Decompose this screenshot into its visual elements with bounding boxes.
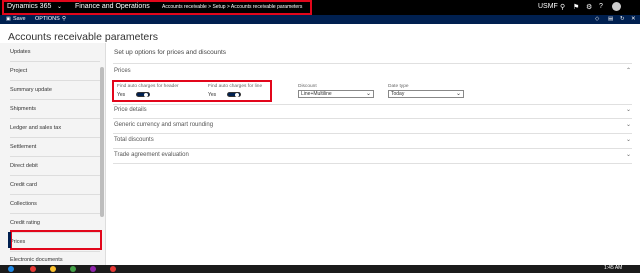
chevron-down-icon[interactable]: ⌄ bbox=[626, 151, 631, 158]
sidebar-item-electronic-documents[interactable]: Electronic documents bbox=[10, 257, 63, 263]
user-avatar-icon[interactable] bbox=[612, 2, 621, 11]
divider bbox=[113, 63, 632, 64]
action-bar: ▣ Save OPTIONS ⚲ ◇ ▤ ↻ ✕ bbox=[0, 15, 640, 24]
taskbar-app-icon[interactable] bbox=[70, 266, 76, 272]
find-auto-charges-line-label: Find auto charges for line bbox=[208, 84, 263, 89]
section-price-details[interactable]: Price details bbox=[114, 107, 147, 113]
divider bbox=[10, 137, 100, 138]
pin-icon[interactable]: ◇ bbox=[595, 16, 599, 22]
help-icon[interactable]: ? bbox=[599, 3, 603, 10]
start-icon[interactable] bbox=[8, 266, 14, 272]
module-name[interactable]: Finance and Operations bbox=[75, 3, 150, 10]
notification-icon[interactable]: ⚑ bbox=[573, 3, 579, 11]
divider bbox=[10, 175, 100, 176]
divider bbox=[10, 118, 100, 119]
top-navigation-bar: Dynamics 365 ⌄ Finance and Operations Ac… bbox=[0, 0, 640, 15]
find-auto-charges-line-toggle[interactable] bbox=[227, 92, 241, 97]
sidebar-item-settlement[interactable]: Settlement bbox=[10, 144, 36, 150]
app-name[interactable]: Dynamics 365 bbox=[7, 3, 51, 10]
find-auto-charges-line-value: Yes bbox=[208, 92, 217, 98]
search-icon[interactable]: ⚲ bbox=[62, 16, 66, 22]
divider bbox=[113, 104, 632, 105]
chevron-down-icon[interactable]: ⌄ bbox=[626, 121, 631, 128]
chevron-down-icon[interactable]: ⌄ bbox=[57, 3, 62, 10]
divider bbox=[10, 80, 100, 81]
section-trade-agreement[interactable]: Trade agreement evaluation bbox=[114, 152, 189, 158]
sidebar-item-summary-update[interactable]: Summary update bbox=[10, 87, 52, 93]
close-icon[interactable]: ✕ bbox=[631, 16, 636, 22]
divider bbox=[113, 133, 632, 134]
sidebar-scrollbar[interactable] bbox=[100, 67, 104, 217]
sidebar-item-updates[interactable]: Updates bbox=[10, 49, 31, 55]
chevron-down-icon[interactable]: ⌄ bbox=[626, 136, 631, 143]
divider bbox=[113, 118, 632, 119]
taskbar-app-icon[interactable] bbox=[110, 266, 116, 272]
discount-label: Discount bbox=[298, 84, 317, 89]
chevron-down-icon: ⌄ bbox=[365, 91, 371, 97]
taskbar-app-icon[interactable] bbox=[50, 266, 56, 272]
divider bbox=[10, 99, 100, 100]
divider bbox=[10, 213, 100, 214]
taskbar-app-icon[interactable] bbox=[30, 266, 36, 272]
section-generic-currency[interactable]: Generic currency and smart rounding bbox=[114, 122, 213, 128]
sidebar-item-direct-debit[interactable]: Direct debit bbox=[10, 163, 38, 169]
sidebar-item-collections[interactable]: Collections bbox=[10, 201, 37, 207]
find-auto-charges-header-toggle[interactable] bbox=[136, 92, 150, 97]
date-type-select[interactable]: Today ⌄ bbox=[388, 90, 464, 98]
chevron-up-icon[interactable]: ⌃ bbox=[626, 67, 631, 74]
os-taskbar: 1:45 AM bbox=[0, 265, 640, 273]
search-icon[interactable]: ⚲ bbox=[560, 3, 565, 11]
breadcrumb[interactable]: Accounts receivable > Setup > Accounts r… bbox=[162, 4, 302, 10]
page-title: Accounts receivable parameters bbox=[8, 31, 158, 43]
taskbar-app-icon[interactable] bbox=[90, 266, 96, 272]
date-type-value: Today bbox=[391, 91, 405, 97]
company-selector[interactable]: USMF bbox=[538, 3, 558, 10]
divider bbox=[10, 194, 100, 195]
chevron-down-icon[interactable]: ⌄ bbox=[626, 106, 631, 113]
divider bbox=[10, 61, 100, 62]
refresh-icon[interactable]: ↻ bbox=[620, 16, 625, 22]
divider bbox=[10, 156, 100, 157]
options-tab[interactable]: OPTIONS bbox=[35, 16, 60, 22]
find-auto-charges-header-value: Yes bbox=[117, 92, 126, 98]
find-auto-charges-header-label: Find auto charges for header bbox=[117, 84, 179, 89]
save-icon[interactable]: ▣ bbox=[6, 16, 11, 22]
chevron-down-icon: ⌄ bbox=[455, 91, 461, 97]
settings-icon[interactable]: ⚙ bbox=[586, 3, 592, 11]
divider bbox=[113, 148, 632, 149]
office-icon[interactable]: ▤ bbox=[608, 16, 613, 22]
sidebar-item-project[interactable]: Project bbox=[10, 68, 27, 74]
sidebar-item-ledger-sales-tax[interactable]: Ledger and sales tax bbox=[10, 125, 61, 131]
sidebar-item-shipments[interactable]: Shipments bbox=[10, 106, 36, 112]
taskbar-clock[interactable]: 1:45 AM bbox=[604, 265, 622, 271]
section-total-discounts[interactable]: Total discounts bbox=[114, 137, 154, 143]
sidebar-item-credit-card[interactable]: Credit card bbox=[10, 182, 37, 188]
date-type-label: Date type bbox=[388, 84, 409, 89]
sidebar-item-credit-rating[interactable]: Credit rating bbox=[10, 220, 40, 226]
page-description: Set up options for prices and discounts bbox=[114, 49, 227, 56]
save-button[interactable]: Save bbox=[13, 16, 26, 22]
selected-indicator bbox=[8, 232, 11, 248]
divider bbox=[113, 163, 632, 164]
discount-select[interactable]: Line+Multiline ⌄ bbox=[298, 90, 374, 98]
divider bbox=[10, 251, 100, 252]
section-prices-header[interactable]: Prices bbox=[114, 68, 131, 74]
highlight-box-prices bbox=[10, 230, 102, 250]
discount-value: Line+Multiline bbox=[301, 91, 332, 97]
